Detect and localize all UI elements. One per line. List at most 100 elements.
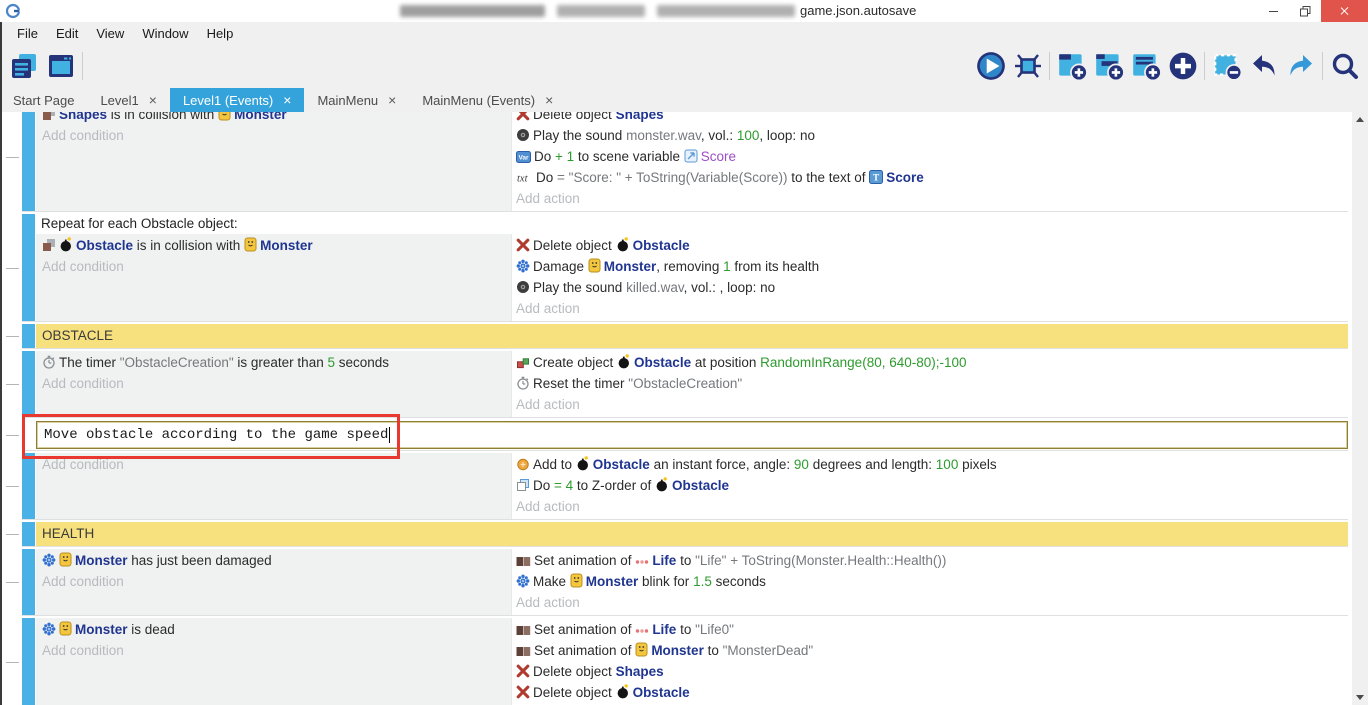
- window-left-border: [0, 22, 2, 705]
- add-condition-button[interactable]: Add condition: [36, 256, 511, 277]
- animation-icon: [516, 625, 531, 636]
- play-scene-icon[interactable]: [972, 48, 1009, 84]
- event-selection-bar[interactable]: [22, 618, 35, 705]
- undo-icon[interactable]: [1245, 48, 1282, 84]
- action-line[interactable]: Play the sound monster.wav, vol.: 100, l…: [512, 125, 1348, 146]
- action-line[interactable]: Delete object Shapes: [512, 661, 1348, 682]
- comment-edit-input[interactable]: Move obstacle according to the game spee…: [36, 421, 1348, 449]
- event-selection-bar[interactable]: [22, 522, 35, 546]
- minimize-icon[interactable]: [1257, 0, 1289, 22]
- menu-view[interactable]: View: [87, 26, 133, 41]
- add-action-button[interactable]: Add action: [512, 188, 1348, 209]
- condition-line[interactable]: Shapes is in collision with Monster: [36, 112, 511, 125]
- add-subevent-icon[interactable]: [1090, 48, 1127, 84]
- search-icon[interactable]: [1326, 48, 1363, 84]
- text-segment: Delete object: [533, 685, 616, 700]
- svg-text:T: T: [873, 174, 880, 184]
- add-event-icon[interactable]: [1053, 48, 1090, 84]
- svg-text:Var: Var: [518, 155, 529, 162]
- action-line[interactable]: Delete object Shapes: [512, 112, 1348, 125]
- action-line[interactable]: Delete object Obstacle: [512, 235, 1348, 256]
- add-condition-button[interactable]: Add condition: [36, 640, 511, 661]
- add-action-button[interactable]: Add action: [512, 298, 1348, 319]
- close-icon[interactable]: ×: [388, 92, 396, 108]
- tab-mainmenu[interactable]: MainMenu×: [304, 88, 409, 112]
- condition-line[interactable]: Monster has just been damaged: [36, 550, 511, 571]
- event-selection-bar[interactable]: [22, 351, 35, 417]
- tab-label: Level1 (Events): [183, 93, 273, 108]
- text-segment: Create object: [533, 355, 617, 370]
- debugger-icon[interactable]: [1009, 48, 1046, 84]
- redo-icon[interactable]: [1282, 48, 1319, 84]
- text-segment: Add condition: [42, 259, 124, 274]
- text-segment: 5: [327, 355, 335, 370]
- event-selection-bar[interactable]: [22, 112, 35, 211]
- event-selection-bar[interactable]: [22, 324, 35, 348]
- action-line[interactable]: Reset the timer "ObstacleCreation": [512, 373, 1348, 394]
- text-segment: Add action: [516, 499, 580, 514]
- menu-help[interactable]: Help: [198, 26, 243, 41]
- close-icon[interactable]: ×: [283, 92, 291, 108]
- restore-icon[interactable]: [1289, 0, 1321, 22]
- condition-line[interactable]: The timer "ObstacleCreation" is greater …: [36, 352, 511, 373]
- tab-level1-events[interactable]: Level1 (Events) ×: [170, 88, 305, 112]
- tab-start-page[interactable]: Start Page: [0, 88, 87, 112]
- add-condition-button[interactable]: Add condition: [36, 571, 511, 592]
- damage-icon: [516, 574, 530, 588]
- tab-mainmenu-events[interactable]: MainMenu (Events)×: [409, 88, 566, 112]
- action-line[interactable]: Make Monster blink for 1.5 seconds: [512, 571, 1348, 592]
- add-other-event-icon[interactable]: [1164, 48, 1201, 84]
- vertical-scrollbar[interactable]: [1352, 112, 1368, 705]
- action-line[interactable]: Delete object Obstacle: [512, 682, 1348, 703]
- conditions-cell: The timer "ObstacleCreation" is greater …: [36, 351, 512, 417]
- group-title[interactable]: HEALTH: [36, 522, 1348, 546]
- event-selection-bar[interactable]: [22, 549, 35, 615]
- add-action-button[interactable]: Add action: [512, 496, 1348, 517]
- action-line[interactable]: Play the sound killed.wav, vol.: , loop:…: [512, 277, 1348, 298]
- delete-event-icon[interactable]: [1208, 48, 1245, 84]
- menu-edit[interactable]: Edit: [47, 26, 87, 41]
- close-icon[interactable]: [1321, 0, 1368, 22]
- add-condition-button[interactable]: Add condition: [36, 454, 511, 475]
- tab-level1[interactable]: Level1×: [87, 88, 170, 112]
- action-line[interactable]: Set animation of Life to "Life" + ToStri…: [512, 550, 1348, 571]
- action-line[interactable]: VarDo + 1 to scene variable Score: [512, 146, 1348, 167]
- add-action-button[interactable]: Add action: [512, 592, 1348, 613]
- action-line[interactable]: Create object Obstacle at position Rando…: [512, 352, 1348, 373]
- gutter-tick: [6, 435, 19, 436]
- scroll-down-icon[interactable]: [1356, 695, 1364, 700]
- text-segment: to: [676, 553, 695, 568]
- menu-bar: File Edit View Window Help: [0, 22, 1368, 44]
- text-segment: Make: [533, 574, 570, 589]
- menu-window[interactable]: Window: [133, 26, 197, 41]
- gutter-tick: [6, 336, 19, 337]
- action-line[interactable]: Damage Monster, removing 1 from its heal…: [512, 256, 1348, 277]
- action-line[interactable]: Set animation of Life to "Life0": [512, 619, 1348, 640]
- add-condition-button[interactable]: Add condition: [36, 373, 511, 394]
- text-segment: Add condition: [42, 574, 124, 589]
- project-manager-icon[interactable]: [5, 48, 42, 84]
- action-line[interactable]: Set animation of Monster to "MonsterDead…: [512, 640, 1348, 661]
- repeat-header[interactable]: Repeat for each Obstacle object:: [36, 214, 1348, 234]
- menu-file[interactable]: File: [8, 26, 47, 41]
- add-condition-button[interactable]: Add condition: [36, 125, 511, 146]
- scroll-up-icon[interactable]: [1356, 117, 1364, 122]
- add-action-button[interactable]: Add action: [512, 394, 1348, 415]
- group-title[interactable]: OBSTACLE: [36, 324, 1348, 348]
- actions-cell: Set animation of Life to "Life" + ToStri…: [512, 549, 1348, 615]
- text-segment: , removing: [656, 259, 723, 274]
- condition-line[interactable]: Obstacle is in collision with Monster: [36, 235, 511, 256]
- close-icon[interactable]: ×: [545, 92, 553, 108]
- close-icon[interactable]: ×: [149, 92, 157, 108]
- action-line[interactable]: Do = 4 to Z-order of Obstacle: [512, 475, 1348, 496]
- action-line[interactable]: Add to Obstacle an instant force, angle:…: [512, 454, 1348, 475]
- event-selection-bar[interactable]: [22, 453, 35, 519]
- action-line[interactable]: txtDo = "Score: " + ToString(Variable(Sc…: [512, 167, 1348, 188]
- event-selection-bar[interactable]: [22, 214, 35, 321]
- condition-line[interactable]: Monster is dead: [36, 619, 511, 640]
- text-segment: has just been damaged: [128, 553, 272, 568]
- add-comment-icon[interactable]: [1127, 48, 1164, 84]
- group-header-row: HEALTH: [22, 522, 1348, 547]
- text-segment: is greater than: [234, 355, 328, 370]
- scene-window-icon[interactable]: [42, 48, 79, 84]
